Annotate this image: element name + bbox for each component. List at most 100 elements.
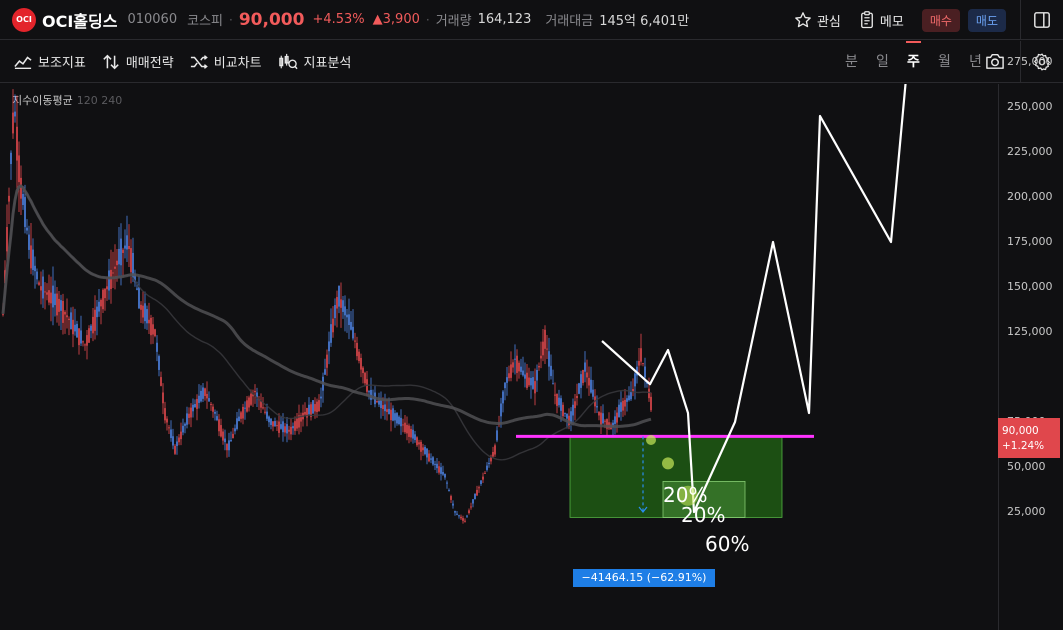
candle-body [402, 424, 404, 426]
candle-body [296, 418, 298, 429]
stock-name[interactable]: OCI홀딩스 [42, 8, 117, 32]
current-price-tag-value: 90,000 [1002, 425, 1039, 437]
current-price: 90,000 [238, 9, 305, 30]
candle-body [544, 329, 546, 349]
indicator-label: 보조지표 [38, 56, 86, 71]
period-week[interactable]: 주 [898, 41, 929, 83]
candle-body [496, 430, 498, 441]
sell-button[interactable]: 매도 [967, 8, 1006, 32]
candle-body [326, 354, 328, 368]
compare-button[interactable]: 비교차트 [190, 52, 262, 71]
candle-body [76, 323, 78, 338]
candle-body [470, 506, 472, 508]
price-axis[interactable]: 275,000 250,000 225,000 200,000 175,000 150,0… [998, 55, 1063, 630]
chart-toolbar: 보조지표 매매전략 비교차트 지표분석 분 일 주 월 년 [0, 41, 1063, 83]
candle-body [262, 407, 264, 409]
candle-body [328, 341, 330, 352]
candle-body [78, 328, 80, 346]
candle-body [454, 511, 456, 513]
strategy-button[interactable]: 매매전략 [102, 52, 174, 71]
candle-body [500, 403, 502, 417]
candle-body [106, 286, 108, 290]
shuffle-icon [190, 54, 208, 69]
candle-body [16, 126, 18, 161]
candle-body [504, 382, 506, 389]
candle-body [450, 496, 452, 500]
candle-body [254, 390, 256, 393]
y-tick-label: 250,000 [1007, 100, 1053, 113]
screenshot-button[interactable] [985, 52, 1005, 74]
user-drawings [516, 84, 907, 518]
measure-label: −41464.15 (−62.91%) [573, 569, 715, 587]
candle-body [318, 400, 320, 412]
candle-body [476, 489, 478, 496]
candle-body [228, 440, 230, 451]
candle-body [442, 472, 444, 475]
separator-dot: · [425, 12, 430, 27]
memo-button[interactable]: 메모 [859, 11, 904, 30]
period-day[interactable]: 일 [867, 41, 898, 83]
candle-body [502, 391, 504, 404]
period-month[interactable]: 월 [929, 41, 960, 83]
candle-body [358, 351, 360, 362]
candle-body [386, 409, 388, 412]
candle-body [488, 462, 490, 464]
candle-body [22, 193, 24, 206]
memo-icon [860, 11, 873, 29]
candle-body [240, 412, 242, 419]
buy-button[interactable]: 매수 [921, 8, 960, 32]
candle-body [316, 401, 318, 413]
candle-body [230, 440, 232, 442]
candle-body [596, 406, 598, 408]
candle-body [66, 315, 68, 318]
panel-icon [1034, 12, 1050, 28]
candle-body [580, 374, 582, 388]
candle-body [144, 303, 146, 322]
candle-body [280, 424, 282, 429]
candle-body [554, 394, 556, 396]
candle-body [270, 418, 272, 425]
candle-body [456, 513, 458, 515]
side-panel-toggle[interactable] [1020, 0, 1063, 40]
candle-body [196, 398, 198, 409]
candle-body [324, 369, 326, 375]
candle-body [222, 431, 224, 441]
candle-body [416, 437, 418, 446]
watchlist-button[interactable]: 관심 [794, 11, 841, 30]
candle-body [12, 112, 14, 134]
candle-body [42, 276, 44, 299]
candle-body [162, 392, 164, 404]
candle-body [336, 297, 338, 309]
candle-body [642, 363, 644, 365]
candle-body [576, 395, 578, 399]
candle-body [622, 400, 624, 411]
y-tick-label: 275,000 [1007, 55, 1053, 68]
candle-body [330, 324, 332, 343]
candle-body [628, 395, 630, 401]
candle-body [224, 438, 226, 443]
candle-body [648, 388, 650, 399]
company-logo: OCI [12, 7, 36, 32]
candle-body [64, 311, 66, 315]
analysis-button[interactable]: 지표분석 [278, 52, 351, 71]
price-chart[interactable] [0, 84, 998, 630]
candle-body [10, 152, 12, 165]
indicator-button[interactable]: 보조지표 [14, 52, 86, 71]
candle-body [72, 319, 74, 335]
period-minute[interactable]: 분 [836, 41, 867, 83]
candle-body [232, 433, 234, 438]
candle-body [102, 289, 104, 310]
candle-body [304, 411, 306, 415]
volume-label: 거래량 [435, 14, 472, 29]
candle-body [408, 425, 410, 437]
candle-body [148, 319, 150, 324]
candle-body [152, 324, 154, 335]
candle-body [564, 412, 566, 414]
candle-body [382, 405, 384, 410]
candle-body [428, 453, 430, 462]
candle-body [332, 318, 334, 333]
candle-body [478, 487, 480, 489]
change-percent: +4.53% [312, 12, 365, 27]
candle-body [60, 300, 62, 311]
moving-average-lines [1, 184, 652, 461]
